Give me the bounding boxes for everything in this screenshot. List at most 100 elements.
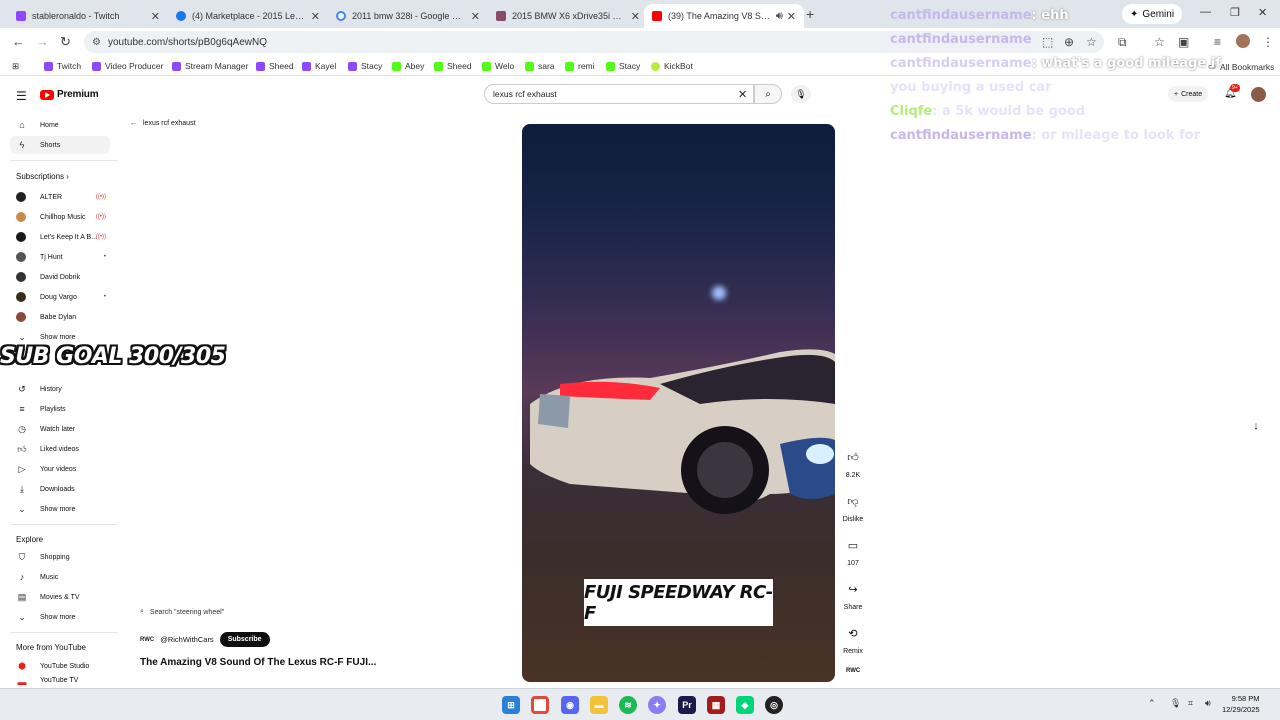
file-explorer-icon[interactable]: ▬	[590, 696, 608, 714]
apps-icon[interactable]: ⊞	[12, 61, 19, 72]
close-icon[interactable]: ✕	[631, 10, 640, 23]
sidebar-item-home[interactable]: ⌂ Home	[10, 116, 110, 134]
obs-icon[interactable]: ◎	[765, 696, 783, 714]
sidebar-item-subscription[interactable]: Babe Dylan	[10, 308, 110, 326]
premiere-icon[interactable]: Pr	[678, 696, 696, 714]
sidebar-item-youtube-studio[interactable]: ⬢ YouTube Studio	[10, 657, 110, 675]
volume-icon[interactable]: 🔊︎	[1205, 698, 1211, 709]
comments-button[interactable]: ▭ 107	[838, 534, 868, 568]
spotify-icon[interactable]: ≋	[619, 696, 637, 714]
network-icon[interactable]: ⌗	[1188, 698, 1193, 709]
bookmark-item[interactable]: Kayel	[302, 61, 336, 71]
bookmark-item[interactable]: Sheed	[434, 61, 472, 71]
liked-videos-icon: 👍︎	[17, 443, 27, 454]
bookmark-item[interactable]: sara	[525, 61, 555, 71]
sidebar-item-movies[interactable]: ▤ Movies & TV	[10, 588, 110, 606]
sidebar-item-subscription[interactable]: David Dobrik	[10, 268, 110, 286]
chrome-icon[interactable]	[531, 696, 549, 714]
close-icon[interactable]: ✕	[151, 10, 160, 23]
mic-tray-icon[interactable]: 🎙︎	[1170, 698, 1181, 709]
search-value: lexus rcf exhaust	[493, 89, 557, 99]
sidebar-show-more[interactable]: ⌄ Show more	[10, 608, 110, 626]
remix-icon: ⟲	[848, 627, 858, 640]
channel-logo-small[interactable]: RWC	[846, 668, 860, 674]
more-from-youtube-heading: More from YouTube	[16, 643, 86, 652]
like-button[interactable]: 👍︎ 8.2K	[838, 446, 868, 480]
sidebar-item-playlists[interactable]: ≡ Playlists	[10, 400, 110, 418]
bookmark-item[interactable]: Twitch	[44, 61, 81, 71]
sidebar-item-shorts[interactable]: ϟ Shorts	[10, 136, 110, 154]
search-button[interactable]: ⌕	[754, 84, 782, 104]
youtube-studio-icon: ⬢	[18, 660, 26, 671]
forward-arrow-icon[interactable]: →	[36, 34, 49, 49]
sidebar-item-music[interactable]: ♪ Music	[10, 568, 110, 586]
tab-title: (4) Marketplace - 2015 Lexus RC	[192, 11, 307, 21]
browser-tab-active[interactable]: (39) The Amazing V8 Sound 🔊︎ ✕	[644, 4, 804, 28]
windows-start-icon[interactable]: ⊞	[502, 696, 520, 714]
sidebar-item-label: David Dobrik	[40, 273, 81, 281]
site-info-icon[interactable]: ⚙	[92, 37, 101, 48]
sidebar-item-downloads[interactable]: ⤓ Downloads	[10, 480, 110, 498]
youtube-premium-logo[interactable]: Premium	[40, 89, 99, 100]
kick-icon	[565, 61, 574, 71]
game-icon[interactable]: ▦	[707, 696, 725, 714]
copilot-icon[interactable]: ✦	[648, 696, 666, 714]
reload-icon[interactable]: ↻	[60, 34, 71, 50]
tray-chevron-up-icon[interactable]: ⌃	[1148, 698, 1156, 709]
subscribe-button[interactable]: Subscribe	[219, 632, 270, 647]
close-icon[interactable]: ✕	[787, 10, 796, 23]
sidebar-item-label: History	[40, 385, 62, 393]
shorts-video-player[interactable]: FUJI SPEEDWAY RC-F	[522, 124, 835, 682]
hamburger-menu-icon[interactable]: ☰	[16, 89, 27, 103]
back-arrow-icon[interactable]: ←	[12, 34, 25, 49]
kick-app-icon[interactable]: ◆	[736, 696, 754, 714]
browser-tab[interactable]: stableronaldo - Twitch ✕	[8, 4, 168, 28]
sidebar-item-history[interactable]: ↺ History	[10, 380, 110, 398]
share-button[interactable]: ↪ Share	[838, 578, 868, 612]
bookmark-item[interactable]: Video Producer	[92, 61, 163, 71]
shorts-back-link[interactable]: ← lexus rcf exhaust	[130, 120, 196, 127]
browser-tab[interactable]: 2015 BMW X6 xDrive35i Sport ✕	[488, 4, 648, 28]
sidebar-item-watch-later[interactable]: ◷ Watch later	[10, 420, 110, 438]
sidebar-item-subscription[interactable]: Chillhop Music ((•))	[10, 208, 110, 226]
sidebar-item-subscription[interactable]: Doug Vargo •	[10, 288, 110, 306]
discord-icon[interactable]: ◉	[561, 696, 579, 714]
clear-search-icon[interactable]: ✕	[738, 88, 747, 101]
bookmark-item[interactable]: Stacy	[348, 61, 382, 71]
browser-tab[interactable]: (4) Marketplace - 2015 Lexus RC ✕	[168, 4, 328, 28]
bookmark-item[interactable]: Sheed	[256, 61, 294, 71]
sidebar-item-youtube-tv[interactable]: ▬ YouTube TV	[10, 677, 110, 688]
channel-logo[interactable]: RWC	[140, 637, 154, 643]
sidebar-show-more[interactable]: ⌄ Show more	[10, 500, 110, 518]
dislike-button[interactable]: 👎︎ Dislike	[838, 490, 868, 524]
video-title[interactable]: The Amazing V8 Sound Of The Lexus RC-F F…	[140, 657, 376, 668]
bookmark-item[interactable]: remi	[565, 61, 595, 71]
bookmark-item[interactable]: Stream Manager	[172, 61, 248, 71]
chat-text: you buying a used car	[890, 80, 1052, 95]
remix-button[interactable]: ⟲ Remix	[838, 622, 868, 656]
sidebar-item-shopping[interactable]: ⛉ Shopping	[10, 548, 110, 566]
bookmark-item[interactable]: Welo	[482, 61, 514, 71]
search-input[interactable]: lexus rcf exhaust	[484, 84, 754, 104]
close-icon[interactable]: ✕	[311, 10, 320, 23]
channel-name[interactable]: @RichWithCars	[160, 635, 213, 644]
sidebar-item-subscription[interactable]: Tj Hunt •	[10, 248, 110, 266]
microphone-icon[interactable]: 🎙︎	[791, 85, 811, 103]
next-short-arrow-icon[interactable]: ↓	[1246, 416, 1266, 436]
speaker-icon[interactable]: 🔊︎	[776, 10, 783, 23]
sidebar-item-label: Movies & TV	[40, 593, 80, 601]
system-clock[interactable]: 9:58 PM 12/29/2025	[1222, 693, 1260, 715]
sidebar-item-subscription[interactable]: Let's Keep It A B... ((•))	[10, 228, 110, 246]
bookmark-label: KickBot	[664, 61, 693, 71]
bookmark-item[interactable]: Stacy	[606, 61, 640, 71]
sidebar-item-subscription[interactable]: ALTER ((•))	[10, 188, 110, 206]
close-icon[interactable]: ✕	[471, 10, 480, 23]
browser-tab[interactable]: 2011 bmw 328i - Google Search ✕	[328, 4, 488, 28]
sidebar-item-your-videos[interactable]: ▷ Your videos	[10, 460, 110, 478]
related-search-chip[interactable]: ⌕ Search "steering wheel"	[140, 608, 224, 616]
bookmark-item[interactable]: KickBot	[651, 61, 693, 71]
subscriptions-heading[interactable]: Subscriptions ›	[16, 172, 69, 181]
new-tab-button[interactable]: +	[806, 6, 814, 22]
sidebar-item-liked-videos[interactable]: 👍︎ Liked videos	[10, 440, 110, 458]
bookmark-item[interactable]: Abey	[392, 61, 424, 71]
